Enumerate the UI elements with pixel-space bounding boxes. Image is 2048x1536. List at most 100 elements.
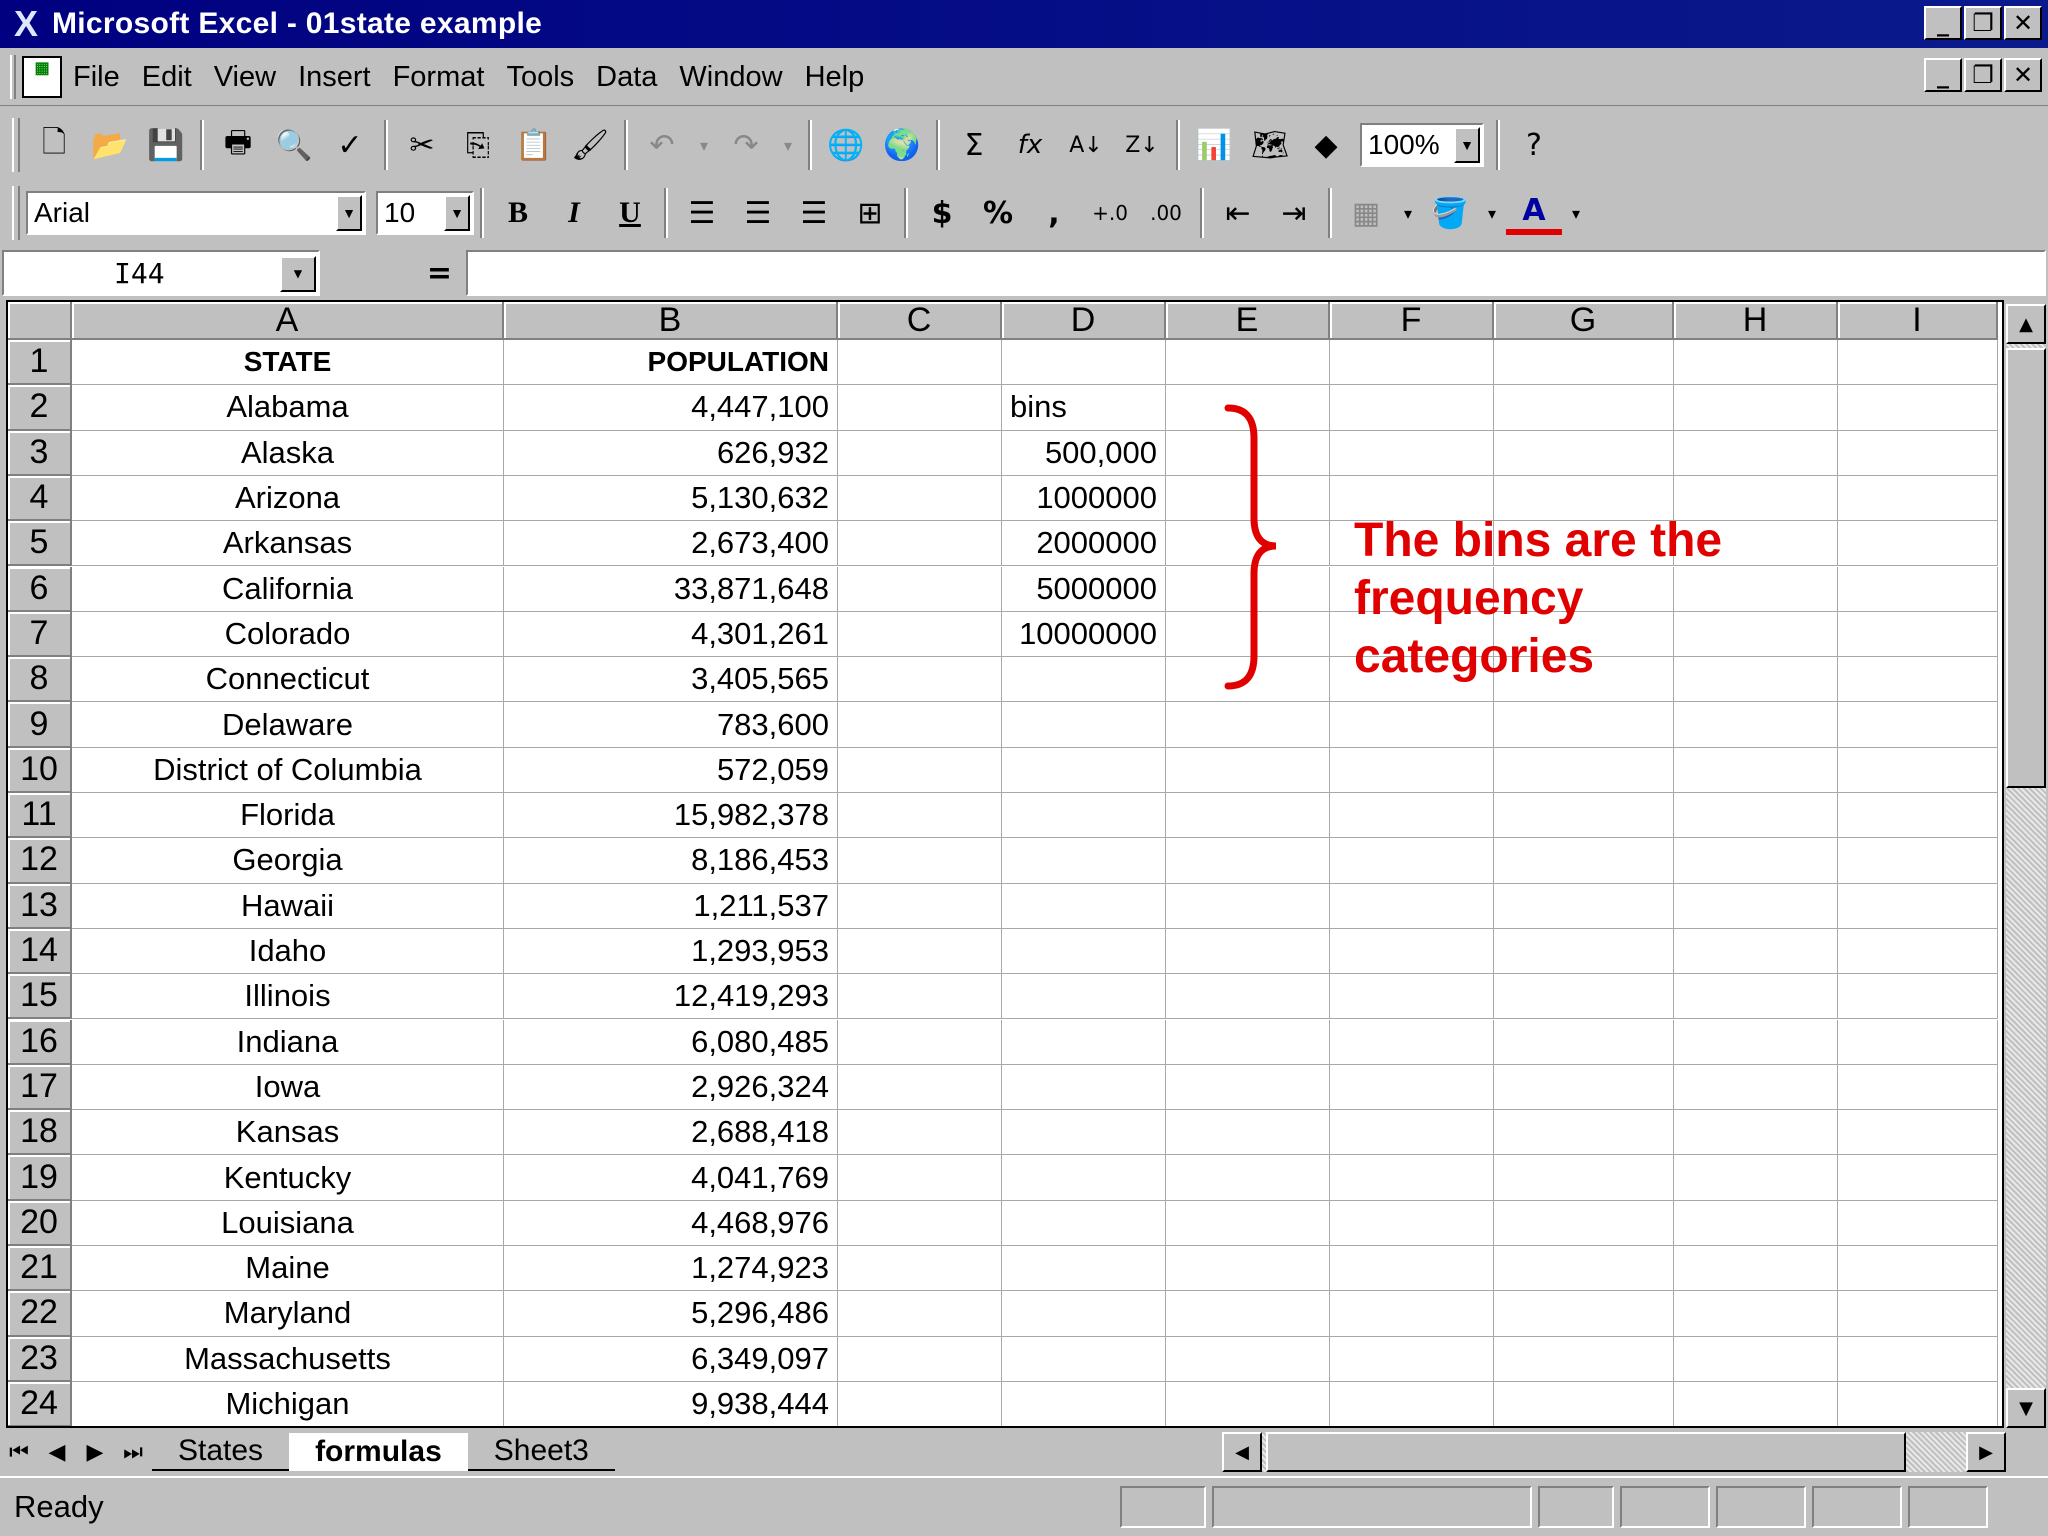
italic-button[interactable]: I bbox=[546, 185, 602, 241]
cell-f14[interactable] bbox=[1330, 928, 1494, 975]
row-header[interactable]: 24 bbox=[8, 1381, 72, 1426]
redo-dropdown-icon[interactable]: ▾ bbox=[774, 117, 802, 173]
cell-f19[interactable] bbox=[1330, 1155, 1494, 1201]
cell-d15[interactable] bbox=[1002, 974, 1166, 1020]
row-header[interactable]: 7 bbox=[8, 611, 72, 658]
column-header-b[interactable]: B bbox=[504, 302, 838, 340]
cell-b2[interactable]: 4,447,100 bbox=[504, 385, 838, 431]
drawing-icon[interactable]: ◆ bbox=[1298, 117, 1354, 173]
scroll-right-icon[interactable]: ▶ bbox=[1966, 1432, 2006, 1472]
cell-i17[interactable] bbox=[1838, 1064, 1998, 1111]
cell-g12[interactable] bbox=[1494, 838, 1674, 884]
cell-c7[interactable] bbox=[838, 611, 1002, 658]
cell-f18[interactable] bbox=[1330, 1110, 1494, 1156]
cell-f9[interactable] bbox=[1330, 702, 1494, 748]
cell-b4[interactable]: 5,130,632 bbox=[504, 475, 838, 522]
cell-b16[interactable]: 6,080,485 bbox=[504, 1019, 838, 1065]
cell-c15[interactable] bbox=[838, 974, 1002, 1020]
cell-a23[interactable]: Massachusetts bbox=[72, 1336, 504, 1382]
print-icon[interactable]: 🖶 bbox=[210, 117, 266, 173]
column-header-f[interactable]: F bbox=[1330, 302, 1494, 340]
row-header[interactable]: 1 bbox=[8, 340, 72, 386]
cell-a17[interactable]: Iowa bbox=[72, 1064, 504, 1111]
toolbar-grip[interactable] bbox=[12, 186, 20, 240]
workbook-restore-button[interactable]: ❐ bbox=[1964, 58, 2002, 92]
cell-c23[interactable] bbox=[838, 1336, 1002, 1382]
cut-icon[interactable]: ✂ bbox=[394, 117, 450, 173]
cell-c2[interactable] bbox=[838, 385, 1002, 431]
decrease-decimal-icon[interactable]: .00 bbox=[1138, 185, 1194, 241]
cell-a3[interactable]: Alaska bbox=[72, 430, 504, 476]
cell-h17[interactable] bbox=[1674, 1064, 1838, 1111]
cell-e9[interactable] bbox=[1166, 702, 1330, 748]
currency-button[interactable]: $ bbox=[914, 185, 970, 241]
cell-d19[interactable] bbox=[1002, 1155, 1166, 1201]
cell-c8[interactable] bbox=[838, 657, 1002, 703]
cell-g9[interactable] bbox=[1494, 702, 1674, 748]
next-sheet-icon[interactable]: ▶ bbox=[76, 1433, 114, 1471]
cell-h1[interactable] bbox=[1674, 340, 1838, 386]
cell-i13[interactable] bbox=[1838, 883, 1998, 929]
cell-a21[interactable]: Maine bbox=[72, 1246, 504, 1292]
column-header-a[interactable]: A bbox=[72, 302, 504, 340]
cell-d6[interactable]: 5000000 bbox=[1002, 566, 1166, 612]
cell-e24[interactable] bbox=[1166, 1381, 1330, 1426]
cell-e10[interactable] bbox=[1166, 747, 1330, 793]
cell-h20[interactable] bbox=[1674, 1200, 1838, 1246]
font-color-dropdown-icon[interactable]: ▾ bbox=[1562, 185, 1590, 241]
vertical-scroll-thumb[interactable] bbox=[2006, 348, 2046, 788]
column-header-i[interactable]: I bbox=[1838, 302, 1998, 340]
cell-e21[interactable] bbox=[1166, 1246, 1330, 1292]
cell-g20[interactable] bbox=[1494, 1200, 1674, 1246]
row-header[interactable]: 2 bbox=[8, 385, 72, 431]
row-header[interactable]: 12 bbox=[8, 838, 72, 884]
cell-f13[interactable] bbox=[1330, 883, 1494, 929]
cell-c12[interactable] bbox=[838, 838, 1002, 884]
chevron-down-icon[interactable]: ▼ bbox=[444, 195, 470, 231]
cell-i1[interactable] bbox=[1838, 340, 1998, 386]
paste-icon[interactable]: 📋 bbox=[506, 117, 562, 173]
cell-b11[interactable]: 15,982,378 bbox=[504, 793, 838, 839]
cell-e13[interactable] bbox=[1166, 883, 1330, 929]
cell-d14[interactable] bbox=[1002, 928, 1166, 975]
cell-f22[interactable] bbox=[1330, 1291, 1494, 1337]
cell-c3[interactable] bbox=[838, 430, 1002, 476]
cell-i18[interactable] bbox=[1838, 1110, 1998, 1156]
workbook-icon[interactable]: ▦ bbox=[22, 55, 62, 98]
cell-h19[interactable] bbox=[1674, 1155, 1838, 1201]
row-header[interactable]: 13 bbox=[8, 883, 72, 929]
cell-a16[interactable]: Indiana bbox=[72, 1019, 504, 1065]
vertical-scrollbar[interactable]: ▲ ▼ bbox=[2006, 304, 2046, 1428]
cell-a13[interactable]: Hawaii bbox=[72, 883, 504, 929]
cell-d8[interactable] bbox=[1002, 657, 1166, 703]
menu-insert[interactable]: Insert bbox=[287, 49, 382, 105]
cell-d21[interactable] bbox=[1002, 1246, 1166, 1292]
menu-tools[interactable]: Tools bbox=[495, 49, 585, 105]
cell-h22[interactable] bbox=[1674, 1291, 1838, 1337]
cell-i16[interactable] bbox=[1838, 1019, 1998, 1065]
new-icon[interactable]: 🗋 bbox=[26, 117, 82, 173]
cell-b23[interactable]: 6,349,097 bbox=[504, 1336, 838, 1382]
font-color-icon[interactable]: A bbox=[1506, 191, 1562, 235]
cell-f1[interactable] bbox=[1330, 340, 1494, 386]
cell-f24[interactable] bbox=[1330, 1381, 1494, 1426]
cell-i12[interactable] bbox=[1838, 838, 1998, 884]
cell-b10[interactable]: 572,059 bbox=[504, 747, 838, 793]
cell-b5[interactable]: 2,673,400 bbox=[504, 521, 838, 567]
cell-a20[interactable]: Louisiana bbox=[72, 1200, 504, 1246]
cell-i21[interactable] bbox=[1838, 1246, 1998, 1292]
menu-file[interactable]: File bbox=[62, 49, 131, 105]
copy-icon[interactable]: ⎘ bbox=[450, 117, 506, 173]
menu-data[interactable]: Data bbox=[585, 49, 668, 105]
cell-c11[interactable] bbox=[838, 793, 1002, 839]
cell-b1[interactable]: POPULATION bbox=[504, 340, 838, 386]
cell-e14[interactable] bbox=[1166, 928, 1330, 975]
cell-g19[interactable] bbox=[1494, 1155, 1674, 1201]
map-icon[interactable]: 🗺 bbox=[1242, 117, 1298, 173]
cell-b21[interactable]: 1,274,923 bbox=[504, 1246, 838, 1292]
insert-hyperlink-icon[interactable]: 🌐 bbox=[818, 117, 874, 173]
align-center-icon[interactable]: ☰ bbox=[730, 185, 786, 241]
cell-h18[interactable] bbox=[1674, 1110, 1838, 1156]
cell-h14[interactable] bbox=[1674, 928, 1838, 975]
increase-indent-icon[interactable]: ⇥ bbox=[1266, 185, 1322, 241]
